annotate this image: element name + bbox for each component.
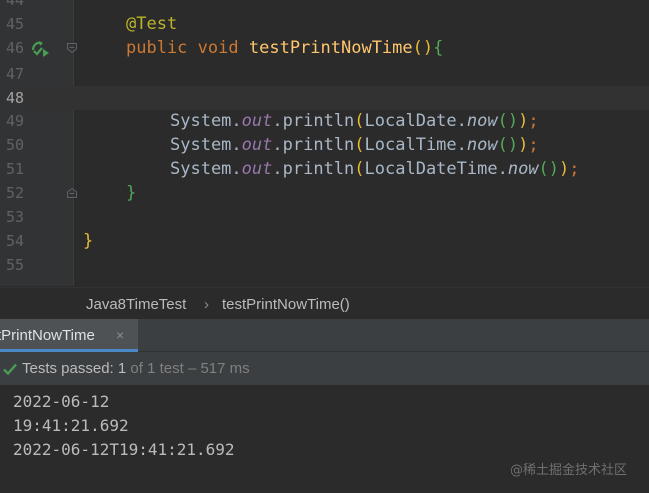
- code-text: }: [126, 181, 136, 205]
- method-name: testPrintNowTime: [248, 38, 413, 58]
- code-text: System.out.println(LocalDate.now());: [170, 111, 539, 131]
- line-number: 53: [5, 208, 24, 226]
- code-text: public void testPrintNowTime(){: [126, 36, 443, 60]
- paren-close: ): [422, 38, 434, 58]
- code-editor[interactable]: 44 45 @Test 46 public void testPrintNowT…: [0, 0, 649, 286]
- tab-label: tPrintNowTime: [0, 327, 95, 344]
- code-text: System.out.println(LocalDateTime.now());: [170, 159, 580, 179]
- output-line: 2022-06-12T19:41:21.692: [13, 440, 235, 459]
- code-line-54[interactable]: 54 }: [0, 229, 649, 253]
- paren-open: (: [412, 38, 423, 58]
- test-status-text: Tests passed: 1 of 1 test – 517 ms: [22, 360, 250, 377]
- code-text: @Test: [126, 12, 177, 36]
- breadcrumb-method[interactable]: testPrintNowTime(): [222, 296, 350, 313]
- breadcrumb-class[interactable]: Java8TimeTest: [86, 296, 186, 313]
- code-line-44[interactable]: 44: [0, 0, 649, 12]
- line-number: 48: [0, 86, 24, 110]
- keyword-void: void: [197, 38, 239, 58]
- fold-icon[interactable]: [66, 187, 78, 199]
- code-line-46[interactable]: 46 public void testPrintNowTime(){: [0, 36, 649, 60]
- code-line-50[interactable]: 50 System.out.println(LocalTime.now());: [0, 133, 649, 157]
- code-line-53[interactable]: 53: [0, 205, 649, 229]
- status-detail: of 1 test – 517 ms: [130, 360, 250, 377]
- check-icon: [3, 363, 17, 376]
- line-number: 47: [5, 65, 24, 83]
- line-number: 49: [5, 112, 24, 130]
- line-number: 50: [5, 136, 24, 154]
- breadcrumb: Java8TimeTest › testPrintNowTime(): [0, 287, 649, 319]
- watermark: @稀土掘金技术社区: [510, 463, 628, 478]
- brace-close: }: [126, 183, 137, 203]
- fold-icon[interactable]: [66, 42, 78, 54]
- code-line-48-current[interactable]: 48: [0, 86, 649, 110]
- line-number: 55: [5, 256, 24, 274]
- line-number: 46: [5, 39, 24, 57]
- code-line-55[interactable]: 55: [0, 253, 649, 277]
- code-line-45[interactable]: 45 @Test: [0, 12, 649, 36]
- line-number: 44: [5, 0, 24, 9]
- code-line-52[interactable]: 52 }: [0, 181, 649, 205]
- code-text: System.out.println(LocalTime.now());: [170, 135, 539, 155]
- keyword-public: public: [126, 38, 188, 58]
- status-label: Tests passed:: [22, 360, 114, 377]
- close-icon[interactable]: ×: [116, 327, 124, 343]
- line-number: 52: [5, 184, 24, 202]
- code-line-47[interactable]: 47: [0, 62, 649, 86]
- brace-close: }: [83, 231, 94, 251]
- code-line-51[interactable]: 51 System.out.println(LocalDateTime.now(…: [0, 157, 649, 181]
- line-number: 54: [5, 232, 24, 250]
- passed-count: 1: [117, 360, 127, 377]
- code-line-49[interactable]: 49 System.out.println(LocalDate.now());: [0, 109, 649, 133]
- run-tool-tabs: tPrintNowTime ×: [0, 319, 649, 352]
- annotation-test: @Test: [126, 14, 178, 34]
- line-number: 45: [5, 15, 24, 33]
- code-text: }: [83, 229, 93, 253]
- breadcrumb-separator: ›: [204, 296, 209, 313]
- brace-open: {: [433, 38, 444, 58]
- test-status-bar: Tests passed: 1 of 1 test – 517 ms: [0, 352, 649, 386]
- tab-run-config[interactable]: tPrintNowTime ×: [0, 319, 138, 352]
- output-line: 19:41:21.692: [13, 416, 129, 435]
- run-test-icon[interactable]: [30, 40, 50, 58]
- line-number: 51: [5, 160, 24, 178]
- output-line: 2022-06-12: [13, 392, 110, 411]
